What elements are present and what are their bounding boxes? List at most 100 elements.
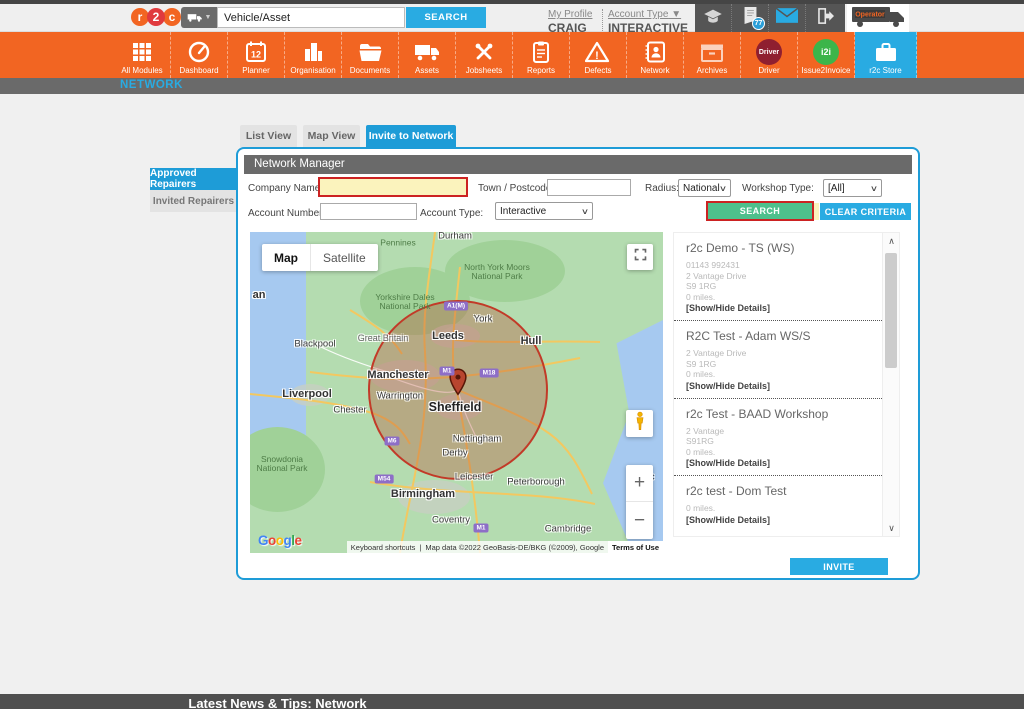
town-postcode-input[interactable] xyxy=(547,179,631,196)
account-type-link[interactable]: Account Type ▼ xyxy=(608,9,688,20)
google-map[interactable]: DurhamPenninesNorth York Moors National … xyxy=(250,232,663,553)
logout-door-icon xyxy=(815,7,834,30)
svg-text:12: 12 xyxy=(251,49,261,59)
nav-item-driver[interactable]: DriverDriver xyxy=(741,32,798,78)
workshop-type-value: [All] xyxy=(828,183,845,194)
repairer-card: r2c Test - BAAD Workshop2 VantageS91RG0 … xyxy=(674,399,882,477)
scroll-thumb[interactable] xyxy=(885,253,897,368)
header-search-button[interactable]: SEARCH xyxy=(406,7,486,28)
release-notes-button[interactable]: 77 xyxy=(732,4,769,32)
nav-item-label: All Modules xyxy=(121,66,162,75)
workshop-type-select[interactable]: [All] ∨ xyxy=(823,179,882,197)
nav-item-dashboard[interactable]: Dashboard xyxy=(171,32,228,78)
nav-item-label: Archives xyxy=(697,66,728,75)
chevron-down-icon: ∨ xyxy=(870,184,878,193)
nav-item-defects[interactable]: !Defects xyxy=(570,32,627,78)
nav-item-r2c-store[interactable]: r2c Store xyxy=(855,32,917,78)
nav-item-organisation[interactable]: Organisation xyxy=(285,32,342,78)
logo-letter: 2 xyxy=(147,8,165,26)
map-type-satellite-button[interactable]: Satellite xyxy=(311,244,378,271)
tab-invite-to-network[interactable]: Invite to Network xyxy=(366,125,456,147)
fullscreen-button[interactable] xyxy=(627,244,653,270)
nav-item-all-modules[interactable]: All Modules xyxy=(114,32,171,78)
radius-select[interactable]: National ∨ xyxy=(678,179,731,197)
scroll-up-arrow[interactable]: ∧ xyxy=(883,233,900,249)
header-icon-tray: 77 xyxy=(695,4,845,32)
company-name-input[interactable] xyxy=(318,177,468,197)
nav-item-jobsheets[interactable]: Jobsheets xyxy=(456,32,513,78)
show-hide-details-link[interactable]: [Show/Hide Details] xyxy=(686,303,870,313)
logout-button[interactable] xyxy=(806,4,843,32)
truck-icon xyxy=(413,38,441,65)
vehicle-asset-search-input[interactable] xyxy=(217,7,405,28)
scroll-down-arrow[interactable]: ∨ xyxy=(883,520,900,536)
map-data-text: Map data ©2022 GeoBasis-DE/BKG (©2009), … xyxy=(421,543,608,552)
repairer-detail-line: S91RG xyxy=(686,436,870,447)
breadcrumb: NETWORK xyxy=(120,79,183,91)
nav-item-archives[interactable]: Archives xyxy=(684,32,741,78)
map-type-control: Map Satellite xyxy=(262,244,378,271)
r2c-logo[interactable]: r 2 c xyxy=(133,8,181,26)
i2i-badge-icon: i2i xyxy=(813,39,839,65)
map-attribution: Keyboard shortcuts | Map data ©2022 GeoB… xyxy=(347,541,663,553)
account-type-filter-value: Interactive xyxy=(500,206,546,217)
terms-of-use-link[interactable]: Terms of Use xyxy=(608,541,663,553)
nav-item-label: Assets xyxy=(415,66,439,75)
zoom-out-button[interactable]: − xyxy=(626,502,653,539)
operator-mode-button[interactable]: Operator xyxy=(847,4,909,32)
repairer-detail-line: S9 1RG xyxy=(686,281,870,292)
operator-truck-icon: Operator xyxy=(850,4,906,33)
repairer-items: r2c Demo - TS (WS)01143 9924312 Vantage … xyxy=(674,233,882,536)
criteria-search-button[interactable]: SEARCH xyxy=(706,201,814,221)
zoom-in-button[interactable]: + xyxy=(626,465,653,502)
zoom-control: + − xyxy=(626,465,653,539)
repairer-name: R2C Test - Adam WS/S xyxy=(686,329,870,343)
list-scrollbar[interactable]: ∧ ∨ xyxy=(882,233,899,536)
buildings-icon xyxy=(301,38,325,65)
radius-value: National xyxy=(683,183,720,194)
show-hide-details-link[interactable]: [Show/Hide Details] xyxy=(686,381,870,391)
repairer-detail-line: 01143 992431 xyxy=(686,260,870,271)
tab-map-view[interactable]: Map View xyxy=(303,125,360,147)
mail-icon xyxy=(776,8,798,28)
keyboard-shortcuts-link[interactable]: Keyboard shortcuts xyxy=(347,543,420,552)
map-type-map-button[interactable]: Map xyxy=(262,244,311,271)
messages-button[interactable] xyxy=(769,4,806,32)
grid-icon xyxy=(130,38,154,65)
invite-button[interactable]: INVITE xyxy=(790,558,888,575)
news-ticker-text: Latest News & Tips: Network xyxy=(0,696,555,709)
show-hide-details-link[interactable]: [Show/Hide Details] xyxy=(686,458,870,468)
sidebar-item-invited-repairers[interactable]: Invited Repairers xyxy=(150,190,237,212)
nav-item-documents[interactable]: Documents xyxy=(342,32,399,78)
repairer-name: r2c Test - BAAD Workshop xyxy=(686,407,870,421)
account-number-input[interactable] xyxy=(320,203,417,220)
module-nav: All Modules Dashboard12PlannerOrganisatio… xyxy=(0,32,1024,78)
show-hide-details-link[interactable]: [Show/Hide Details] xyxy=(686,515,870,525)
notification-badge: 77 xyxy=(752,17,765,30)
graduation-cap-icon xyxy=(703,8,723,29)
speedometer-icon xyxy=(187,38,211,65)
my-profile-link[interactable]: My Profile xyxy=(548,9,592,20)
warning-icon: ! xyxy=(585,38,611,65)
company-name-label: Company Name: xyxy=(248,183,323,194)
nav-item-label: Documents xyxy=(350,66,390,75)
repairer-detail-line: 0 miles. xyxy=(686,369,870,380)
account-type-select[interactable]: Interactive ∨ xyxy=(495,202,593,220)
sidebar-item-approved-repairers[interactable]: Approved Repairers xyxy=(150,168,237,190)
asset-type-dropdown[interactable]: ▼ xyxy=(181,7,217,28)
tab-list-view[interactable]: List View xyxy=(240,125,297,147)
nav-item-reports[interactable]: Reports xyxy=(513,32,570,78)
nav-item-issue2invoice[interactable]: i2iIssue2Invoice xyxy=(798,32,855,78)
nav-item-assets[interactable]: Assets xyxy=(399,32,456,78)
pegman-icon xyxy=(632,411,648,436)
training-button[interactable] xyxy=(695,4,732,32)
clear-criteria-button[interactable]: CLEAR CRITERIA xyxy=(820,203,911,220)
repairer-results-list: r2c Demo - TS (WS)01143 9924312 Vantage … xyxy=(673,232,900,537)
repairer-detail-line: S9 1RG xyxy=(686,359,870,370)
repairer-detail-line: 2 Vantage xyxy=(686,426,870,437)
street-view-control[interactable] xyxy=(626,410,653,437)
town-postcode-label: Town / Postcode: xyxy=(478,183,554,194)
nav-item-planner[interactable]: 12Planner xyxy=(228,32,285,78)
nav-item-network[interactable]: Network xyxy=(627,32,684,78)
google-logo: Google xyxy=(258,533,302,548)
